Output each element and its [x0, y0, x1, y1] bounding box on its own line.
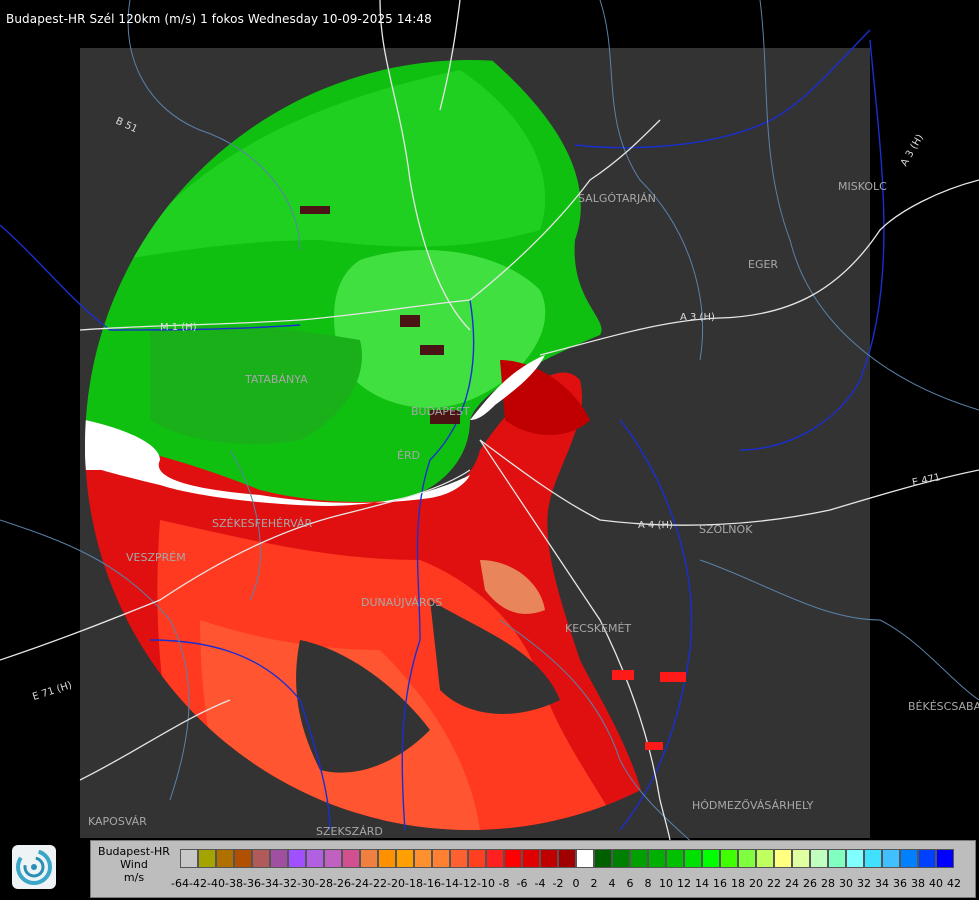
legend-swatch: [774, 849, 792, 868]
legend-swatch: [198, 849, 216, 868]
legend-swatch: [828, 849, 846, 868]
city-label-dunaujvaros: DUNAÚJVÁROS: [361, 596, 443, 609]
legend-swatch: [756, 849, 774, 868]
color-legend: Budapest-HR Wind m/s -64 -42 -40 -38 -36 -34-…: [90, 840, 976, 898]
city-label-veszprem: VESZPRÉM: [126, 551, 186, 564]
legend-swatch: [792, 849, 810, 868]
legend-unit: m/s: [123, 871, 145, 884]
legend-swatch: [252, 849, 270, 868]
legend-swatch: [450, 849, 468, 868]
legend-swatch: [918, 849, 936, 868]
legend-swatch: [486, 849, 504, 868]
city-label-eger: EGER: [748, 258, 779, 271]
city-label-budapest: BUDAPEST: [411, 405, 470, 418]
legend-swatch: [540, 849, 558, 868]
legend-swatch: [342, 849, 360, 868]
legend-swatch: [648, 849, 666, 868]
legend-swatch: [396, 849, 414, 868]
legend-station: Budapest-HR: [98, 845, 170, 858]
city-label-erd: ÉRD: [397, 449, 421, 462]
legend-swatch: [558, 849, 576, 868]
city-label-szekesfehervar: SZÉKESFEHÉRVÁR: [212, 517, 313, 530]
legend-swatch: [900, 849, 918, 868]
legend-swatch: [468, 849, 486, 868]
city-label-kaposvar: KAPOSVÁR: [88, 815, 147, 828]
legend-swatch: [180, 849, 198, 868]
radar-map-canvas: [0, 0, 979, 851]
legend-swatch: [738, 849, 756, 868]
legend-swatch: [684, 849, 702, 868]
swirl-icon: [16, 849, 52, 885]
legend-swatch: [936, 849, 954, 868]
met-service-logo: [12, 845, 56, 889]
legend-swatch: [612, 849, 630, 868]
city-label-hodmezovasarhely: HÓDMEZŐVÁSÁRHELY: [692, 799, 814, 812]
legend-swatch: [576, 849, 594, 868]
legend-swatch: [378, 849, 396, 868]
legend-quantity: Wind: [120, 858, 148, 871]
road-label-a4: A 4 (H): [638, 520, 673, 531]
legend-swatch: [630, 849, 648, 868]
radar-map: Budapest-HR Szél 120km (m/s) 1 fokos Wed…: [0, 0, 979, 900]
legend-swatch: [306, 849, 324, 868]
legend-swatch: [288, 849, 306, 868]
legend-swatch: [882, 849, 900, 868]
legend-swatch: [504, 849, 522, 868]
legend-swatch: [864, 849, 882, 868]
product-title: Budapest-HR Szél 120km (m/s) 1 fokos Wed…: [6, 12, 432, 26]
city-label-bekescsaba: BÉKÉSCSABA: [908, 700, 979, 713]
legend-swatch: [360, 849, 378, 868]
legend-swatch: [666, 849, 684, 868]
city-label-szolnok: SZOLNOK: [699, 523, 753, 536]
legend-swatch: [414, 849, 432, 868]
road-label-a3: A 3 (H): [680, 312, 715, 323]
road-label-m1: M 1 (H): [160, 322, 197, 333]
legend-title: Budapest-HR Wind m/s: [91, 845, 177, 884]
legend-swatch: [432, 849, 450, 868]
legend-swatch: [702, 849, 720, 868]
legend-swatch: [810, 849, 828, 868]
legend-swatch: [216, 849, 234, 868]
legend-swatch: [720, 849, 738, 868]
legend-swatch: [234, 849, 252, 868]
city-label-salgotarjan: SALGÓTARJÁN: [578, 192, 656, 205]
city-label-szekszard: SZEKSZÁRD: [316, 825, 383, 838]
city-label-miskolc: MISKOLC: [838, 180, 887, 193]
legend-swatch: [324, 849, 342, 868]
city-label-kecskemet: KECSKEMÉT: [565, 622, 632, 635]
legend-swatch: [846, 849, 864, 868]
legend-swatch: [522, 849, 540, 868]
legend-swatch: [270, 849, 288, 868]
legend-swatch: [594, 849, 612, 868]
city-label-tatabanya: TATABÁNYA: [245, 373, 308, 386]
legend-tick-label: 42: [947, 877, 961, 890]
